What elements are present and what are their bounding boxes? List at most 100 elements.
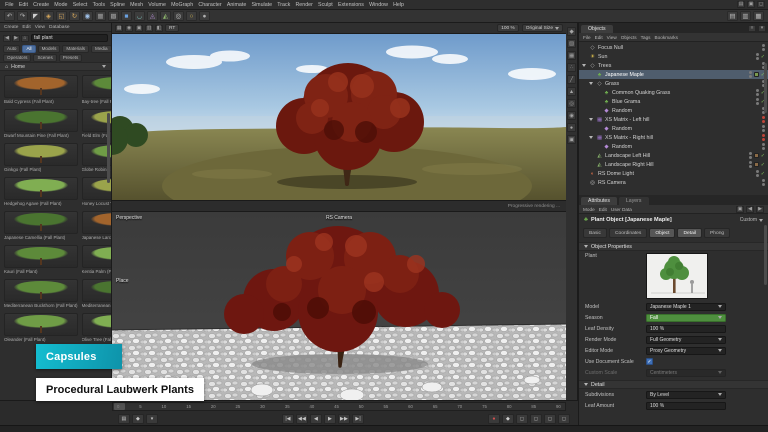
home-icon[interactable]: ⌂	[21, 35, 29, 42]
visibility-dot[interactable]	[749, 161, 752, 164]
menu-tools[interactable]: Tools	[91, 2, 108, 8]
material-icon[interactable]: ●	[199, 11, 210, 21]
filter-materials[interactable]: Materials	[62, 45, 89, 53]
region-icon[interactable]: ◧	[155, 25, 163, 32]
prev-key-button[interactable]: ◀◀	[296, 414, 308, 424]
visibility-dot[interactable]	[762, 179, 765, 182]
asset-menu-database[interactable]: Database	[49, 25, 70, 30]
move-tool-icon[interactable]: ◈	[43, 11, 54, 21]
viewport-solo-icon[interactable]: ●	[567, 123, 576, 132]
visibility-dots[interactable]	[762, 125, 765, 132]
redo-icon[interactable]: ↷	[17, 11, 28, 21]
keyframe-selection-icon[interactable]: ◆	[132, 414, 144, 424]
asset-plant-tile[interactable]: Ginkgo (Fall Plant)	[3, 142, 79, 174]
dropdown[interactable]: Japanese Maple 1	[646, 303, 726, 311]
material-tag-icon[interactable]	[754, 162, 759, 167]
layout-panel-icon[interactable]: ▤	[737, 1, 745, 8]
spline-pen-icon[interactable]: ◡	[134, 11, 145, 21]
layout-standard-icon[interactable]: ▤	[727, 11, 738, 21]
visibility-dot[interactable]	[756, 170, 759, 173]
visibility-dots[interactable]	[762, 143, 765, 150]
attr-tab-basic[interactable]: Basic	[583, 228, 607, 238]
object-row[interactable]: ▦XS Matrix - Left hill	[579, 115, 768, 124]
lock-icon[interactable]: ▣	[736, 206, 744, 213]
object-row[interactable]: ◭Landscape Left Hill✓	[579, 151, 768, 160]
plant-preview-thumbnail[interactable]	[646, 253, 708, 299]
object-row[interactable]: ◆Random	[579, 106, 768, 115]
visibility-dots[interactable]	[756, 89, 759, 96]
menu-create[interactable]: Create	[31, 2, 51, 8]
asset-plant-tile[interactable]: Bay-tree (Fall Plant)	[81, 74, 111, 106]
visibility-dot[interactable]	[756, 89, 759, 92]
visibility-dots[interactable]	[749, 71, 752, 78]
zoom-level[interactable]: 100 %	[497, 24, 519, 32]
visibility-dot[interactable]	[762, 138, 765, 141]
objects-menu-bookmarks[interactable]: Bookmarks	[655, 35, 678, 40]
object-row[interactable]: ◆Random	[579, 142, 768, 151]
object-row[interactable]: ▦XS Matrix - Right hill	[579, 133, 768, 142]
visibility-dot[interactable]	[762, 44, 765, 47]
subdivision-icon[interactable]: ◬	[147, 11, 158, 21]
visibility-dot[interactable]	[749, 71, 752, 74]
attr-tab-object[interactable]: Object	[649, 228, 675, 238]
current-frame-marker[interactable]	[114, 403, 125, 410]
tab-attributes[interactable]: Attributes	[581, 197, 617, 205]
tab-objects[interactable]: Objects	[581, 25, 613, 33]
select-tool-icon[interactable]: ◤	[30, 11, 41, 21]
edges-mode-icon[interactable]: ╱	[567, 75, 576, 84]
layout-float-icon[interactable]: ◻	[757, 1, 765, 8]
enabled-check-icon[interactable]: ✓	[761, 171, 765, 177]
visibility-dots[interactable]	[749, 152, 752, 159]
dropdown[interactable]: Fall	[646, 314, 726, 322]
number-field[interactable]: 100 %	[646, 402, 726, 410]
render-viewport[interactable]	[112, 34, 566, 200]
visibility-dot[interactable]	[756, 174, 759, 177]
detail-section[interactable]: Detail	[579, 380, 768, 389]
menu-sculpt[interactable]: Sculpt	[316, 2, 335, 8]
next-key-button[interactable]: ▶▶	[338, 414, 350, 424]
layout-animate-icon[interactable]: ▥	[740, 11, 751, 21]
record-keyframe-icon[interactable]: ◆	[502, 414, 514, 424]
objects-menu-file[interactable]: File	[583, 35, 591, 40]
object-row[interactable]: ♣Blue Grama✓	[579, 97, 768, 106]
visibility-dot[interactable]	[756, 57, 759, 60]
asset-plant-tile[interactable]: Kentia Palm (Fall Plant)	[81, 244, 111, 276]
filter-auto[interactable]: Auto	[3, 45, 20, 53]
coordinate-system-icon[interactable]: ◉	[82, 11, 93, 21]
visibility-dot[interactable]	[756, 93, 759, 96]
menu-spline[interactable]: Spline	[108, 2, 127, 8]
menu-window[interactable]: Window	[367, 2, 390, 8]
filter-models[interactable]: Models	[38, 45, 61, 53]
object-row[interactable]: ◭Landscape Right Hill✓	[579, 160, 768, 169]
object-row[interactable]: ♣Common Quaking Grass✓	[579, 88, 768, 97]
menu-edit[interactable]: Edit	[17, 2, 30, 8]
objects-menu-view[interactable]: View	[607, 35, 617, 40]
attr-menu-user-data[interactable]: User Data	[611, 207, 632, 212]
goto-start-button[interactable]: |◀	[282, 414, 294, 424]
forward-icon[interactable]: ▶	[12, 35, 20, 42]
asset-menu-create[interactable]: Create	[4, 25, 18, 30]
filter-operators[interactable]: Operators	[3, 54, 31, 62]
enabled-check-icon[interactable]: ✓	[761, 162, 765, 168]
filter-media[interactable]: Media	[91, 45, 112, 53]
asset-menu-view[interactable]: View	[35, 25, 45, 30]
back-icon[interactable]: ◀	[3, 35, 11, 42]
visibility-dots[interactable]	[762, 134, 765, 141]
visibility-dots[interactable]	[762, 44, 765, 51]
visibility-dot[interactable]	[749, 75, 752, 78]
cube-primitive-icon[interactable]: ■	[121, 11, 132, 21]
viewport-divider[interactable]: Progressive rendering ...	[112, 200, 566, 212]
perspective-viewport[interactable]: Perspective RS Camera Place	[112, 212, 566, 400]
asset-scrollbar[interactable]	[107, 113, 110, 183]
visibility-dots[interactable]	[756, 98, 759, 105]
record-scale-icon[interactable]: ◻	[530, 414, 542, 424]
viewport-name-menu[interactable]: Perspective	[116, 215, 142, 221]
timeline-mode-icon[interactable]: ▤	[118, 414, 130, 424]
dropdown[interactable]: Full Geometry	[646, 336, 726, 344]
object-row[interactable]: ◆Random	[579, 124, 768, 133]
attr-tab-phong[interactable]: Phong	[704, 228, 730, 238]
place-tool-label[interactable]: Place	[116, 278, 129, 284]
object-row[interactable]: ◇Grass	[579, 79, 768, 88]
menu-animate[interactable]: Animate	[225, 2, 249, 8]
objects-menu-edit[interactable]: Edit	[595, 35, 603, 40]
